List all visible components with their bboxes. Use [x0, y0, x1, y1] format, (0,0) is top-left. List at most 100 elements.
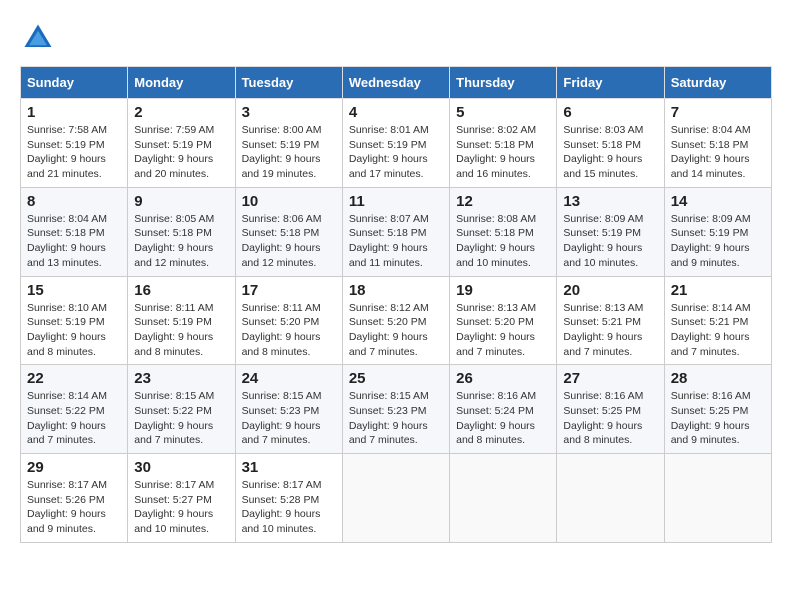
day-number: 9	[134, 193, 228, 210]
cell-info: Sunrise: 8:00 AM Sunset: 5:19 PM Dayligh…	[242, 123, 336, 182]
day-number: 7	[671, 104, 765, 121]
day-number: 27	[563, 370, 657, 387]
cell-info: Sunrise: 8:17 AM Sunset: 5:26 PM Dayligh…	[27, 478, 121, 537]
day-number: 10	[242, 193, 336, 210]
header-cell-sunday: Sunday	[21, 67, 128, 99]
cell-info: Sunrise: 8:17 AM Sunset: 5:27 PM Dayligh…	[134, 478, 228, 537]
calendar-cell: 17Sunrise: 8:11 AM Sunset: 5:20 PM Dayli…	[235, 276, 342, 365]
cell-info: Sunrise: 7:59 AM Sunset: 5:19 PM Dayligh…	[134, 123, 228, 182]
calendar-cell: 27 Sunrise: 8:16 AM Sunset: 5:25 PM Dayli…	[557, 365, 664, 454]
header-cell-monday: Monday	[128, 67, 235, 99]
calendar-cell: 8 Sunrise: 8:04 AM Sunset: 5:18 PM Daylig…	[21, 187, 128, 276]
cell-info: Sunrise: 8:16 AM Sunset: 5:25 PM Dayligh…	[563, 389, 657, 448]
day-number: 13	[563, 193, 657, 210]
logo-icon	[20, 20, 56, 56]
cell-info: Sunrise: 8:10 AM Sunset: 5:19 PM Dayligh…	[27, 301, 121, 360]
day-number: 22	[27, 370, 121, 387]
logo	[20, 20, 60, 56]
cell-info: Sunrise: 8:15 AM Sunset: 5:22 PM Dayligh…	[134, 389, 228, 448]
calendar-cell: 11 Sunrise: 8:07 AM Sunset: 5:18 PM Dayli…	[342, 187, 449, 276]
day-number: 16	[134, 282, 228, 299]
day-number: 4	[349, 104, 443, 121]
calendar-cell: 10 Sunrise: 8:06 AM Sunset: 5:18 PM Dayli…	[235, 187, 342, 276]
calendar-cell: 18 Sunrise: 8:12 AM Sunset: 5:20 PM Dayli…	[342, 276, 449, 365]
cell-info: Sunrise: 8:03 AM Sunset: 5:18 PM Dayligh…	[563, 123, 657, 182]
cell-info: Sunrise: 8:06 AM Sunset: 5:18 PM Dayligh…	[242, 212, 336, 271]
calendar-body: 1 Sunrise: 7:58 AM Sunset: 5:19 PM Daylig…	[21, 99, 772, 543]
week-row-2: 8 Sunrise: 8:04 AM Sunset: 5:18 PM Daylig…	[21, 187, 772, 276]
day-number: 6	[563, 104, 657, 121]
calendar-cell: 29 Sunrise: 8:17 AM Sunset: 5:26 PM Dayli…	[21, 454, 128, 543]
day-number: 23	[134, 370, 228, 387]
calendar-cell: 26 Sunrise: 8:16 AM Sunset: 5:24 PM Dayli…	[450, 365, 557, 454]
calendar-cell: 4 Sunrise: 8:01 AM Sunset: 5:19 PM Daylig…	[342, 99, 449, 188]
header	[20, 20, 772, 56]
cell-info: Sunrise: 8:04 AM Sunset: 5:18 PM Dayligh…	[27, 212, 121, 271]
cell-info: Sunrise: 8:08 AM Sunset: 5:18 PM Dayligh…	[456, 212, 550, 271]
cell-info: Sunrise: 8:02 AM Sunset: 5:18 PM Dayligh…	[456, 123, 550, 182]
cell-info: Sunrise: 8:13 AM Sunset: 5:20 PM Dayligh…	[456, 301, 550, 360]
day-number: 21	[671, 282, 765, 299]
calendar-cell: 21 Sunrise: 8:14 AM Sunset: 5:21 PM Dayli…	[664, 276, 771, 365]
calendar-cell: 20Sunrise: 8:13 AM Sunset: 5:21 PM Dayli…	[557, 276, 664, 365]
day-number: 2	[134, 104, 228, 121]
day-number: 29	[27, 459, 121, 476]
calendar-cell: 6 Sunrise: 8:03 AM Sunset: 5:18 PM Daylig…	[557, 99, 664, 188]
cell-info: Sunrise: 8:07 AM Sunset: 5:18 PM Dayligh…	[349, 212, 443, 271]
calendar-cell: 14Sunrise: 8:09 AM Sunset: 5:19 PM Dayli…	[664, 187, 771, 276]
calendar-cell	[342, 454, 449, 543]
week-row-4: 22 Sunrise: 8:14 AM Sunset: 5:22 PM Dayli…	[21, 365, 772, 454]
calendar-table: SundayMondayTuesdayWednesdayThursdayFrid…	[20, 66, 772, 543]
day-number: 8	[27, 193, 121, 210]
calendar-cell	[664, 454, 771, 543]
week-row-1: 1 Sunrise: 7:58 AM Sunset: 5:19 PM Daylig…	[21, 99, 772, 188]
day-number: 24	[242, 370, 336, 387]
calendar-cell: 15Sunrise: 8:10 AM Sunset: 5:19 PM Dayli…	[21, 276, 128, 365]
cell-info: Sunrise: 8:14 AM Sunset: 5:21 PM Dayligh…	[671, 301, 765, 360]
day-number: 1	[27, 104, 121, 121]
header-cell-tuesday: Tuesday	[235, 67, 342, 99]
calendar-cell: 5 Sunrise: 8:02 AM Sunset: 5:18 PM Daylig…	[450, 99, 557, 188]
day-number: 28	[671, 370, 765, 387]
header-cell-thursday: Thursday	[450, 67, 557, 99]
calendar-cell: 28 Sunrise: 8:16 AM Sunset: 5:25 PM Dayli…	[664, 365, 771, 454]
calendar-cell: 9 Sunrise: 8:05 AM Sunset: 5:18 PM Daylig…	[128, 187, 235, 276]
day-number: 18	[349, 282, 443, 299]
cell-info: Sunrise: 8:05 AM Sunset: 5:18 PM Dayligh…	[134, 212, 228, 271]
cell-info: Sunrise: 8:16 AM Sunset: 5:24 PM Dayligh…	[456, 389, 550, 448]
cell-info: Sunrise: 8:15 AM Sunset: 5:23 PM Dayligh…	[242, 389, 336, 448]
calendar-cell: 2 Sunrise: 7:59 AM Sunset: 5:19 PM Daylig…	[128, 99, 235, 188]
calendar-cell: 7 Sunrise: 8:04 AM Sunset: 5:18 PM Daylig…	[664, 99, 771, 188]
day-number: 11	[349, 193, 443, 210]
calendar-cell: 25Sunrise: 8:15 AM Sunset: 5:23 PM Dayli…	[342, 365, 449, 454]
week-row-5: 29 Sunrise: 8:17 AM Sunset: 5:26 PM Dayli…	[21, 454, 772, 543]
calendar-cell: 31 Sunrise: 8:17 AM Sunset: 5:28 PM Dayli…	[235, 454, 342, 543]
calendar-cell: 12 Sunrise: 8:08 AM Sunset: 5:18 PM Dayli…	[450, 187, 557, 276]
cell-info: Sunrise: 7:58 AM Sunset: 5:19 PM Dayligh…	[27, 123, 121, 182]
week-row-3: 15Sunrise: 8:10 AM Sunset: 5:19 PM Dayli…	[21, 276, 772, 365]
day-number: 5	[456, 104, 550, 121]
cell-info: Sunrise: 8:01 AM Sunset: 5:19 PM Dayligh…	[349, 123, 443, 182]
day-number: 20	[563, 282, 657, 299]
header-cell-friday: Friday	[557, 67, 664, 99]
day-number: 17	[242, 282, 336, 299]
calendar-cell: 30Sunrise: 8:17 AM Sunset: 5:27 PM Dayli…	[128, 454, 235, 543]
cell-info: Sunrise: 8:17 AM Sunset: 5:28 PM Dayligh…	[242, 478, 336, 537]
calendar-cell	[450, 454, 557, 543]
day-number: 3	[242, 104, 336, 121]
calendar-cell: 13Sunrise: 8:09 AM Sunset: 5:19 PM Dayli…	[557, 187, 664, 276]
cell-info: Sunrise: 8:14 AM Sunset: 5:22 PM Dayligh…	[27, 389, 121, 448]
day-number: 26	[456, 370, 550, 387]
day-number: 12	[456, 193, 550, 210]
calendar-cell: 3 Sunrise: 8:00 AM Sunset: 5:19 PM Daylig…	[235, 99, 342, 188]
day-number: 14	[671, 193, 765, 210]
day-number: 25	[349, 370, 443, 387]
calendar-cell: 22 Sunrise: 8:14 AM Sunset: 5:22 PM Dayli…	[21, 365, 128, 454]
cell-info: Sunrise: 8:12 AM Sunset: 5:20 PM Dayligh…	[349, 301, 443, 360]
cell-info: Sunrise: 8:11 AM Sunset: 5:19 PM Dayligh…	[134, 301, 228, 360]
calendar-cell: 24 Sunrise: 8:15 AM Sunset: 5:23 PM Dayli…	[235, 365, 342, 454]
calendar-cell: 23 Sunrise: 8:15 AM Sunset: 5:22 PM Dayli…	[128, 365, 235, 454]
day-number: 31	[242, 459, 336, 476]
cell-info: Sunrise: 8:04 AM Sunset: 5:18 PM Dayligh…	[671, 123, 765, 182]
cell-info: Sunrise: 8:16 AM Sunset: 5:25 PM Dayligh…	[671, 389, 765, 448]
